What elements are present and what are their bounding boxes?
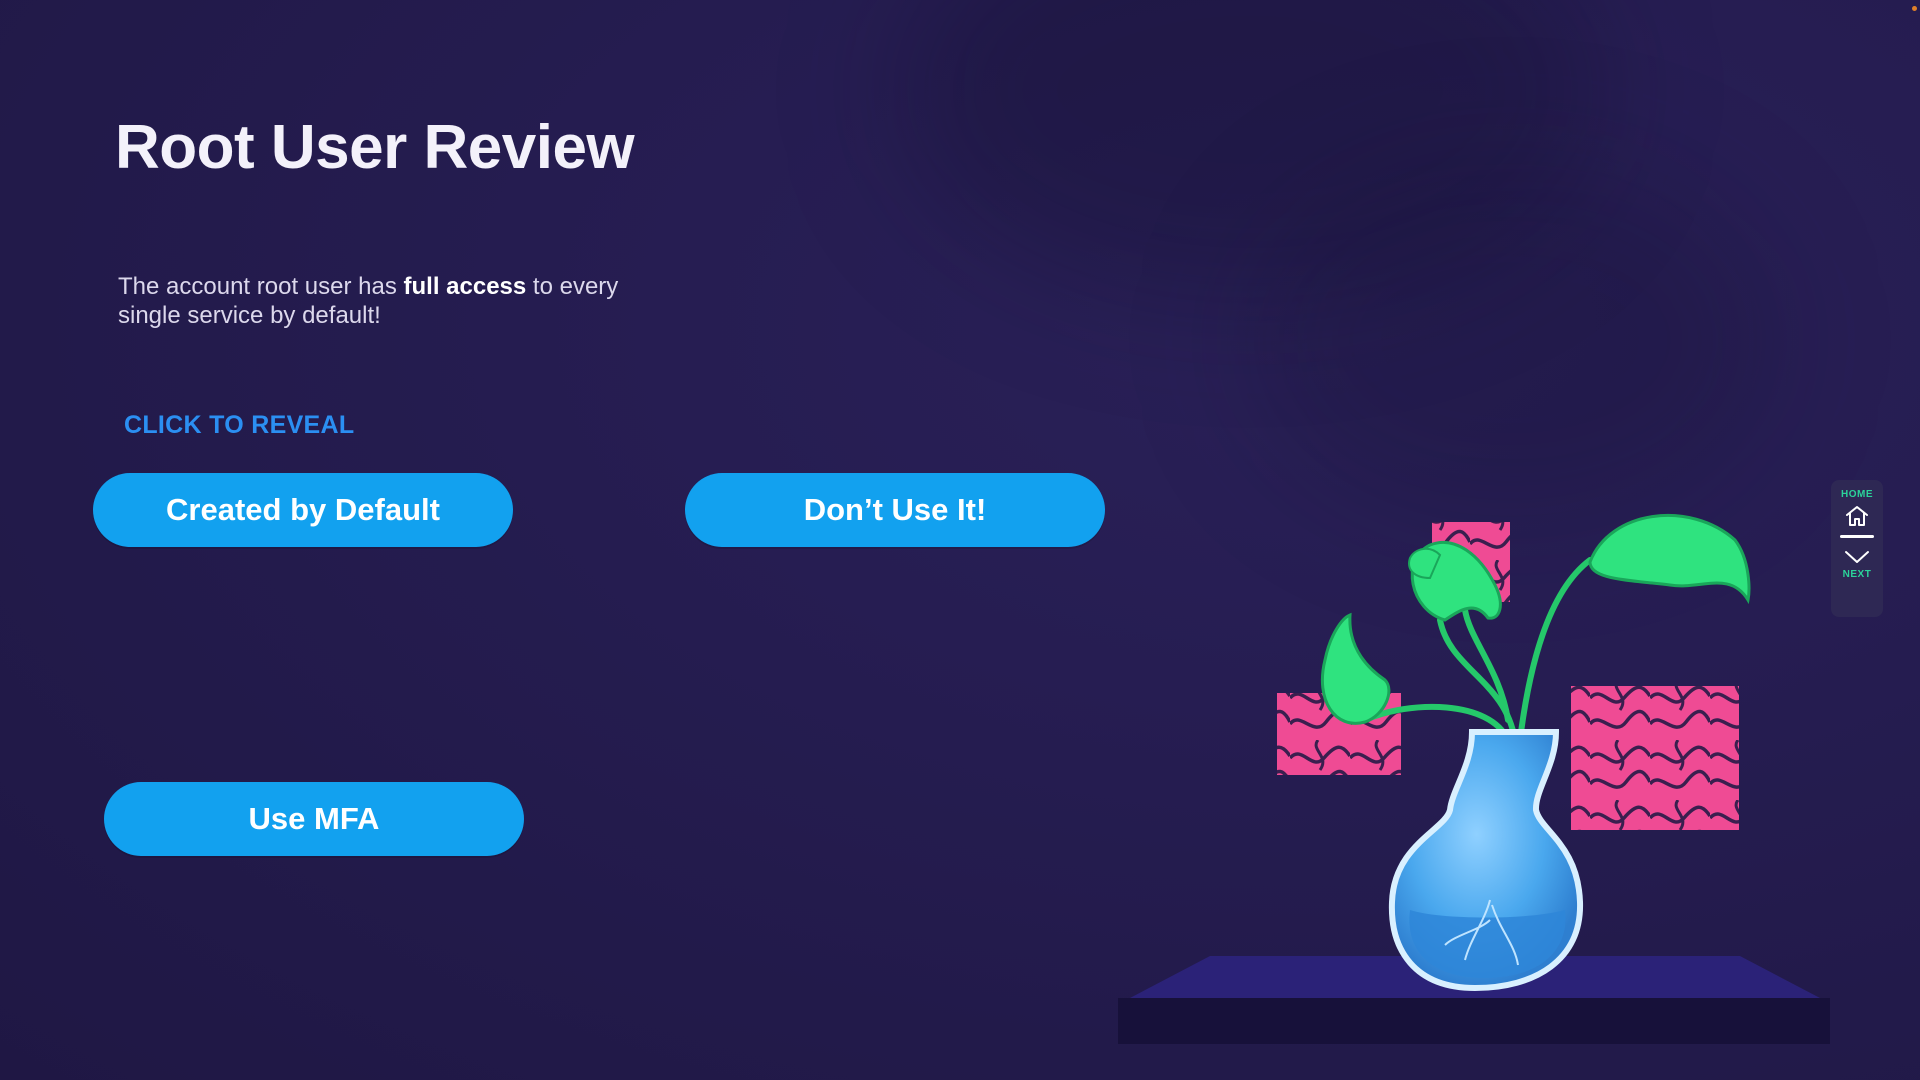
pink-tile bbox=[1571, 686, 1739, 830]
home-label: HOME bbox=[1841, 489, 1873, 500]
next-label[interactable]: NEXT bbox=[1843, 569, 1872, 580]
use-mfa-button[interactable]: Use MFA bbox=[104, 782, 524, 856]
status-dot bbox=[1912, 6, 1917, 11]
vase bbox=[1388, 729, 1584, 992]
leaf bbox=[1588, 513, 1751, 605]
page-title: Root User Review bbox=[115, 113, 635, 182]
page-subtitle: The account root user has full access to… bbox=[118, 272, 678, 330]
created-by-default-button[interactable]: Created by Default bbox=[93, 473, 513, 547]
leaf bbox=[1320, 612, 1391, 725]
slide-stage: Root User Review The account root user h… bbox=[0, 0, 1920, 1080]
home-icon[interactable] bbox=[1844, 504, 1870, 528]
click-to-reveal-label: CLICK TO REVEAL bbox=[124, 411, 355, 439]
subtitle-emphasis: full access bbox=[403, 273, 527, 300]
plant-vase-illustration bbox=[1118, 513, 1830, 1044]
subtitle-text: The account root user has bbox=[118, 273, 404, 300]
slide-nav-panel: HOME NEXT bbox=[1831, 480, 1883, 617]
chevron-down-icon[interactable] bbox=[1844, 549, 1870, 565]
nav-divider bbox=[1840, 535, 1874, 538]
dont-use-it-button[interactable]: Don’t Use It! bbox=[685, 473, 1105, 547]
background-shadow bbox=[1250, 160, 1770, 520]
